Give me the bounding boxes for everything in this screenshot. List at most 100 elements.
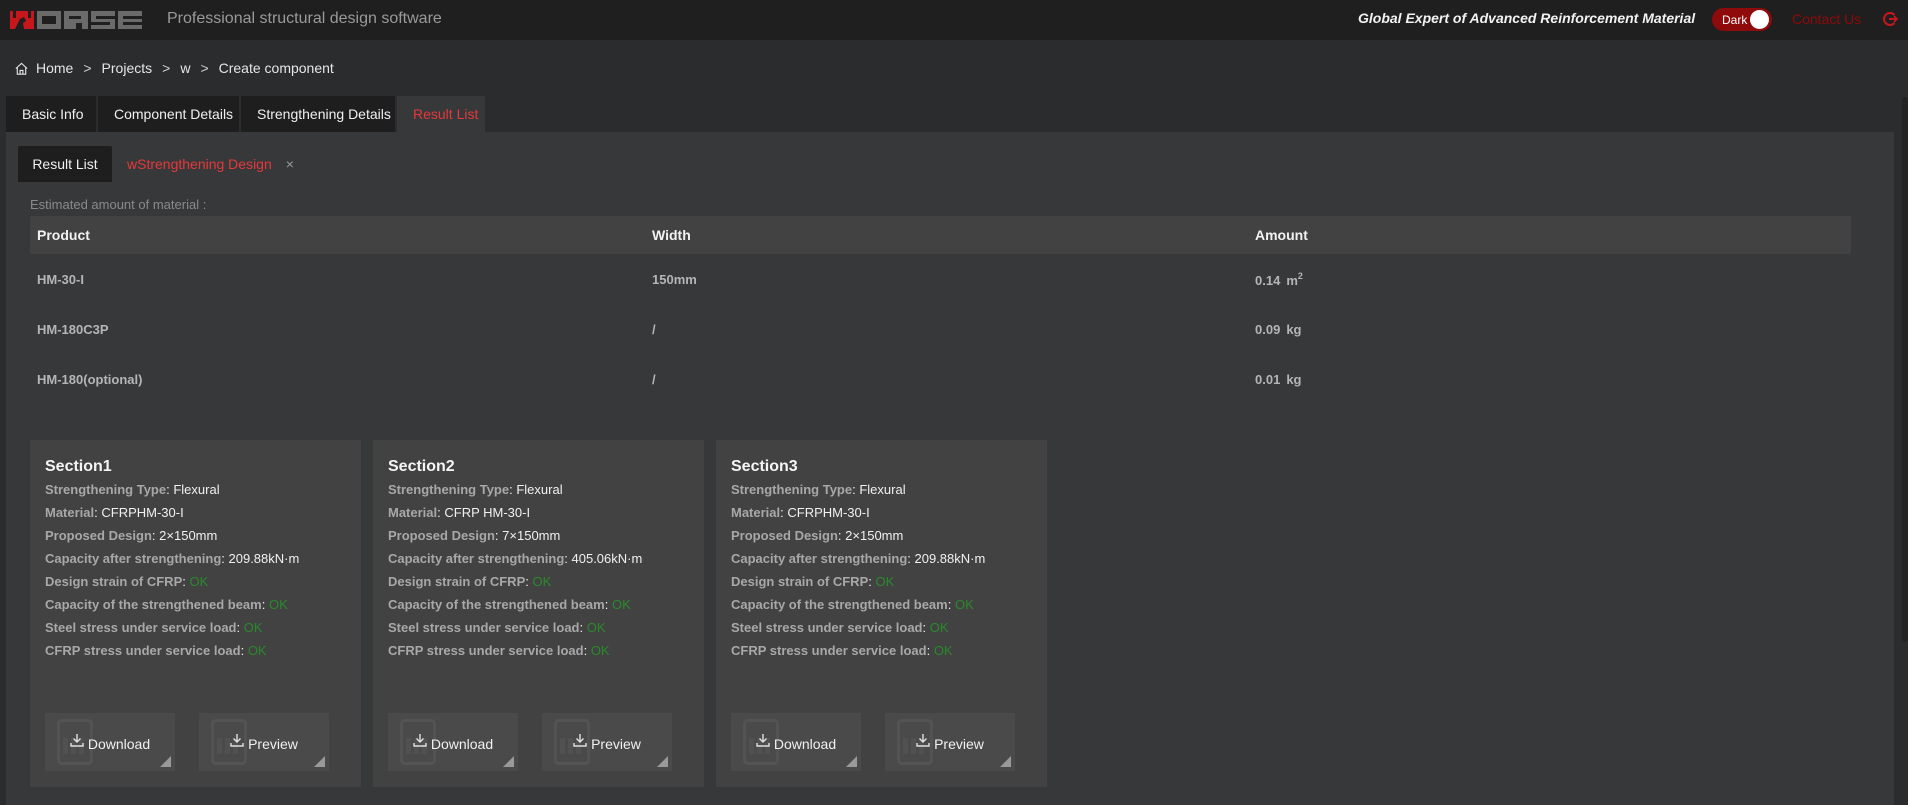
status-ok: OK [247, 643, 267, 658]
corner-triangle-icon [160, 756, 171, 767]
field-colon: : [564, 551, 572, 566]
chevron-right-icon: > [200, 60, 209, 76]
logout-icon[interactable] [1882, 11, 1898, 27]
field-label: Steel stress under service load [45, 620, 237, 635]
material-field: Material: CFRPHM-30-I [731, 501, 1047, 524]
field-colon: : [922, 620, 930, 635]
width-cell: 150mm [652, 271, 697, 287]
unit-text: m [1286, 272, 1298, 288]
download-icon [413, 734, 427, 747]
proposed-design-field: Proposed Design: 2×150mm [45, 524, 361, 547]
section-cards: Section1 Strengthening Type: Flexural Ma… [30, 440, 1047, 787]
section-title: Section1 [45, 458, 112, 475]
field-colon: : [221, 551, 229, 566]
field-label: Capacity after strengthening [388, 551, 565, 566]
breadcrumb-projects[interactable]: Projects [102, 60, 153, 76]
subtab-strengthening-design[interactable]: wStrengthening Design × [112, 146, 294, 182]
width-cell: / [652, 371, 656, 387]
theme-toggle[interactable]: Dark [1712, 8, 1772, 31]
status-ok: OK [933, 643, 953, 658]
preview-button[interactable]: Preview [542, 713, 672, 771]
field-label: Design strain of CFRP [45, 574, 183, 589]
status-ok: OK [243, 620, 263, 635]
preview-label: Preview [248, 736, 298, 752]
corner-triangle-icon [657, 756, 668, 767]
capacity-beam-field: Capacity of the strengthened beam: OK [388, 593, 704, 616]
column-header-amount: Amount [1255, 227, 1308, 243]
product-cell: HM-180C3P [37, 321, 109, 337]
download-button[interactable]: Download [45, 713, 175, 771]
breadcrumb-home[interactable]: Home [36, 60, 73, 76]
subtab-result-list[interactable]: Result List [18, 146, 112, 182]
section-title: Section3 [731, 458, 798, 475]
chevron-right-icon: > [83, 60, 92, 76]
corner-triangle-icon [846, 756, 857, 767]
download-button[interactable]: Download [388, 713, 518, 771]
status-ok: OK [586, 620, 606, 635]
scrollbar-thumb[interactable] [1902, 97, 1908, 642]
field-value: Flexural [859, 482, 906, 497]
capacity-after-field: Capacity after strengthening: 405.06kN·m [388, 547, 704, 570]
field-label: Strengthening Type [388, 482, 510, 497]
section-card: Section3 Strengthening Type: Flexural Ma… [716, 440, 1047, 787]
preview-label: Preview [591, 736, 641, 752]
breadcrumb-project-w[interactable]: w [180, 60, 190, 76]
field-label: CFRP stress under service load [731, 643, 927, 658]
steel-stress-field: Steel stress under service load: OK [731, 616, 1047, 639]
amount-value: 0.01 [1255, 371, 1281, 387]
tab-strengthening-details[interactable]: Strengthening Details [241, 96, 395, 132]
field-label: Capacity after strengthening [45, 551, 222, 566]
field-label: Capacity after strengthening [731, 551, 908, 566]
download-icon [230, 734, 244, 747]
download-icon [756, 734, 770, 747]
field-colon: : [236, 620, 244, 635]
contact-us-link[interactable]: Contact Us [1792, 11, 1861, 27]
preview-button[interactable]: Preview [199, 713, 329, 771]
width-cell: / [652, 321, 656, 337]
product-cell: HM-180(optional) [37, 371, 143, 387]
amount-value: 0.09 [1255, 321, 1281, 337]
estimated-material-label: Estimated amount of material : [30, 197, 207, 212]
status-ok: OK [929, 620, 949, 635]
horse-logo[interactable] [10, 11, 142, 29]
download-icon [573, 734, 587, 747]
home-icon[interactable] [14, 61, 29, 76]
close-icon[interactable]: × [286, 156, 294, 172]
product-cell: HM-30-I [37, 271, 84, 287]
column-header-width: Width [652, 227, 691, 243]
field-label: Material [731, 505, 781, 520]
field-label: Strengthening Type [731, 482, 853, 497]
tab-result-list[interactable]: Result List [397, 96, 485, 132]
field-label: Design strain of CFRP [388, 574, 526, 589]
preview-label: Preview [934, 736, 984, 752]
card-actions: Download Preview [45, 713, 329, 771]
capacity-beam-field: Capacity of the strengthened beam: OK [45, 593, 361, 616]
section-card: Section2 Strengthening Type: Flexural Ma… [373, 440, 704, 787]
field-colon: : [907, 551, 915, 566]
field-label: Material [388, 505, 438, 520]
breadcrumb: Home > Projects > w > Create component [14, 60, 334, 76]
status-ok: OK [189, 574, 209, 589]
table-row: HM-180C3P / 0.09 kg [30, 304, 1851, 354]
card-actions: Download Preview [731, 713, 1015, 771]
status-ok: OK [611, 597, 631, 612]
download-button[interactable]: Download [731, 713, 861, 771]
field-colon: : [926, 643, 934, 658]
preview-button[interactable]: Preview [885, 713, 1015, 771]
status-ok: OK [954, 597, 974, 612]
table-row: HM-180(optional) / 0.01 kg [30, 354, 1851, 404]
amount-unit: kg [1286, 321, 1302, 337]
cfrp-stress-field: CFRP stress under service load: OK [388, 639, 704, 662]
field-value: 209.88kN·m [914, 551, 986, 566]
download-label: Download [87, 736, 151, 752]
design-strain-field: Design strain of CFRP: OK [45, 570, 361, 593]
cfrp-stress-field: CFRP stress under service load: OK [45, 639, 361, 662]
amount-cell: 0.09 kg [1248, 322, 1851, 337]
section-card: Section1 Strengthening Type: Flexural Ma… [30, 440, 361, 787]
tab-component-details[interactable]: Component Details [98, 96, 239, 132]
download-label: Download [430, 736, 494, 752]
corner-triangle-icon [503, 756, 514, 767]
material-field: Material: CFRPHM-30-I [45, 501, 361, 524]
field-colon: : [240, 643, 248, 658]
tab-basic-info[interactable]: Basic Info [6, 96, 96, 132]
